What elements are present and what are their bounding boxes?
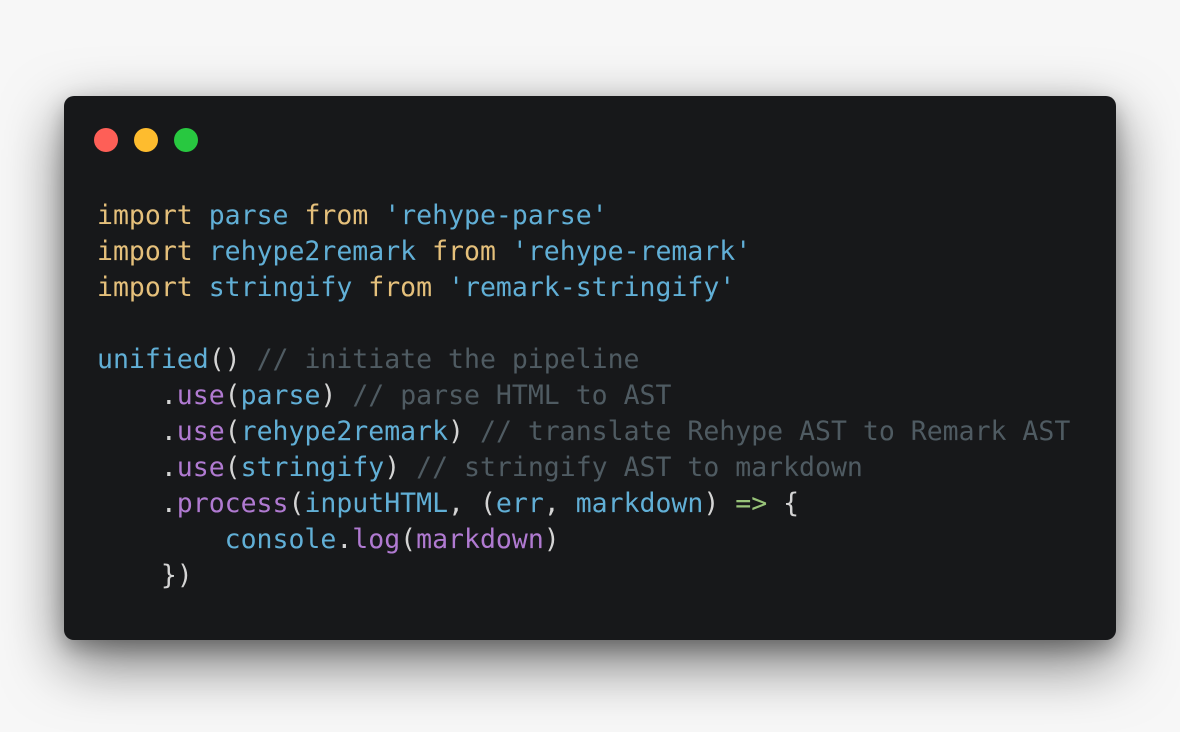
code-token-comment: // translate Rehype AST to Remark AST [479, 416, 1071, 447]
close-button[interactable] [94, 128, 118, 152]
code-token-punctuation: ) [703, 488, 736, 519]
code-token-identifier: stringify [240, 452, 385, 483]
code-line: }) [97, 558, 1070, 594]
code-line: import rehype2remark from 'rehype-remark… [97, 234, 1070, 270]
code-token-punctuation [400, 452, 416, 483]
code-token-punctuation: ) [384, 452, 401, 483]
code-token-identifier: inputHTML [304, 488, 449, 519]
code-line: import stringify from 'remark-stringify' [97, 270, 1070, 306]
code-token-keyword: from [304, 200, 369, 231]
code-token-punctuation [352, 272, 368, 303]
code-token-identifier: markdown [575, 488, 704, 519]
code-token-string: 'remark-stringify' [448, 272, 736, 303]
code-token-punctuation: }) [97, 560, 193, 591]
code-token-identifier: parse [208, 200, 289, 231]
code-token-identifier: stringify [208, 272, 353, 303]
code-token-punctuation: ( [400, 524, 417, 555]
code-token-keyword: from [432, 236, 496, 267]
code-token-string: 'rehype-parse' [384, 200, 608, 231]
code-line: console.log(markdown) [97, 522, 1070, 558]
code-token-identifier: rehype2remark [240, 416, 449, 447]
code-token-keyword: from [368, 272, 433, 303]
code-token-method: use [176, 452, 225, 483]
code-line: .process(inputHTML, (err, markdown) => { [97, 486, 1070, 522]
code-token-keyword: import [97, 236, 193, 267]
code-token-comment: // stringify AST to markdown [416, 452, 863, 483]
code-token-punctuation: . [97, 488, 177, 519]
code-block: import parse from 'rehype-parse' import r… [97, 198, 1070, 594]
code-token-method: markdown [416, 524, 544, 555]
code-token-punctuation [97, 524, 225, 555]
code-line: .use(rehype2remark) // translate Rehype … [97, 414, 1070, 450]
code-token-method: use [176, 380, 225, 411]
code-token-string: 'rehype-remark' [511, 236, 752, 267]
code-window: import parse from 'rehype-parse' import r… [64, 96, 1116, 640]
code-token-punctuation [193, 236, 209, 267]
code-token-punctuation [368, 200, 384, 231]
code-line: unified() // initiate the pipeline [97, 342, 1070, 378]
code-line: .use(parse) // parse HTML to AST [97, 378, 1070, 414]
code-token-punctuation [464, 416, 480, 447]
code-token-punctuation [432, 272, 448, 303]
code-token-punctuation: , ( [448, 488, 496, 519]
code-token-punctuation [193, 272, 209, 303]
code-token-keyword: import [97, 200, 193, 231]
code-line: .use(stringify) // stringify AST to mark… [97, 450, 1070, 486]
code-token-method: process [176, 488, 289, 519]
code-token-identifier: parse [240, 380, 321, 411]
code-token-punctuation: ( [224, 380, 241, 411]
code-token-punctuation: ) [543, 524, 560, 555]
code-token-punctuation: . [97, 380, 177, 411]
code-token-punctuation [193, 200, 209, 231]
code-token-punctuation [416, 236, 432, 267]
code-token-punctuation: () [208, 344, 241, 375]
code-token-punctuation: ) [320, 380, 337, 411]
code-token-punctuation: . [97, 452, 177, 483]
code-token-method: use [176, 416, 225, 447]
maximize-button[interactable] [174, 128, 198, 152]
code-token-comment: // parse HTML to AST [352, 380, 672, 411]
window-controls [94, 128, 198, 152]
code-token-punctuation [241, 344, 257, 375]
code-token-comment: // initiate the pipeline [256, 344, 640, 375]
code-token-punctuation: , [543, 488, 576, 519]
code-token-punctuation: { [767, 488, 800, 519]
code-token-punctuation [496, 236, 512, 267]
minimize-button[interactable] [134, 128, 158, 152]
code-token-punctuation: ( [288, 488, 305, 519]
code-token-punctuation: ( [224, 416, 241, 447]
code-token-identifier: console [224, 524, 337, 555]
code-token-punctuation [288, 200, 304, 231]
code-line: import parse from 'rehype-parse' [97, 198, 1070, 234]
code-token-punctuation: . [336, 524, 353, 555]
code-token-identifier: unified [97, 344, 209, 375]
code-token-punctuation: ) [448, 416, 465, 447]
code-token-arrow: => [735, 488, 768, 519]
code-token-identifier: err [495, 488, 544, 519]
code-token-identifier: rehype2remark [208, 236, 417, 267]
code-token-method: log [352, 524, 401, 555]
code-token-punctuation [336, 380, 352, 411]
code-token-punctuation: . [97, 416, 177, 447]
code-token-punctuation: ( [224, 452, 241, 483]
code-token-keyword: import [97, 272, 193, 303]
